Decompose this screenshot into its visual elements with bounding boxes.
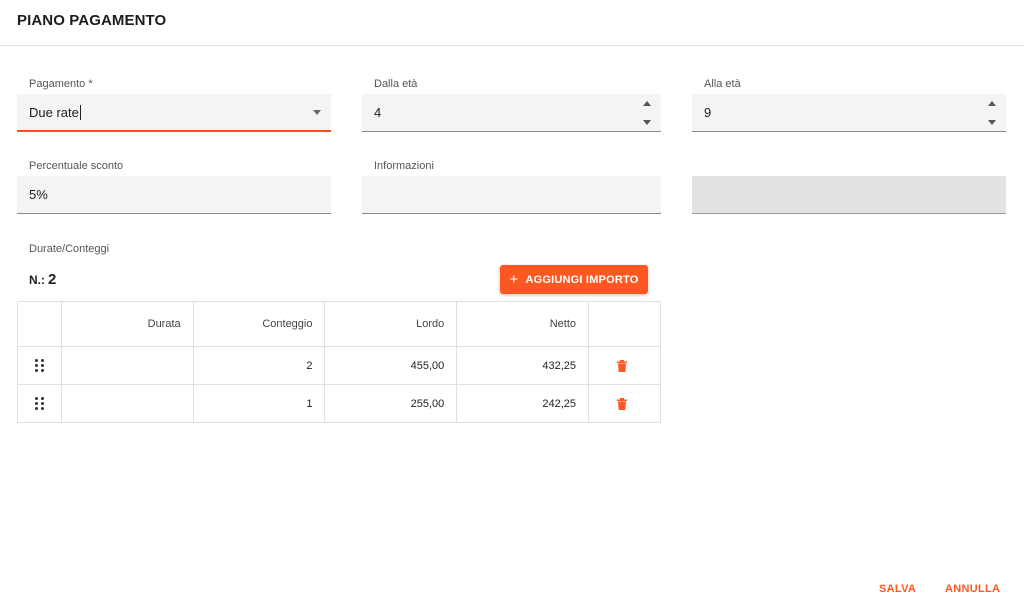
delete-icon[interactable] xyxy=(617,359,628,372)
pagamento-value: Due rate xyxy=(29,105,81,120)
lordo-cell[interactable]: 255,00 xyxy=(324,384,458,423)
actions-cell xyxy=(588,346,661,385)
dalla-eta-field: Dalla età 4 xyxy=(362,78,661,132)
drag-handle-icon[interactable] xyxy=(34,397,44,410)
percentuale-sconto-value: 5% xyxy=(29,187,48,202)
durate-section-label: Durate/Conteggi xyxy=(29,243,110,255)
disabled-input xyxy=(692,176,1006,214)
netto-cell[interactable]: 242,25 xyxy=(456,384,590,423)
add-amount-button[interactable]: + AGGIUNGI IMPORTO xyxy=(500,265,648,294)
disabled-field xyxy=(692,160,1006,214)
drag-handle-cell xyxy=(17,346,62,385)
conteggio-cell[interactable]: 2 xyxy=(192,346,326,385)
dalla-eta-value: 4 xyxy=(374,105,382,120)
text-cursor xyxy=(79,105,81,120)
increment-icon[interactable] xyxy=(988,101,996,106)
informazioni-field: Informazioni xyxy=(362,160,661,214)
table-row: 2 455,00 432,25 xyxy=(17,346,661,385)
table-header-row: Durata Conteggio Lordo Netto xyxy=(17,301,661,347)
decrement-icon[interactable] xyxy=(988,120,996,125)
durata-cell[interactable] xyxy=(60,384,194,423)
page-header: PIANO PAGAMENTO xyxy=(0,0,1024,46)
add-amount-label: AGGIUNGI IMPORTO xyxy=(525,273,639,286)
delete-icon[interactable] xyxy=(617,397,628,410)
dalla-eta-label: Dalla età xyxy=(374,78,418,90)
column-header-actions xyxy=(588,301,661,347)
column-header-durata[interactable]: Durata xyxy=(60,301,194,347)
actions-cell xyxy=(588,384,661,423)
dalla-eta-input[interactable]: 4 xyxy=(362,94,661,132)
column-header-lordo[interactable]: Lordo xyxy=(324,301,458,347)
page-title: PIANO PAGAMENTO xyxy=(17,12,167,29)
pagamento-select[interactable]: Due rate xyxy=(17,94,331,132)
cancel-button[interactable]: ANNULLA xyxy=(945,583,1000,595)
column-header-handle xyxy=(17,301,62,347)
amounts-table: Durata Conteggio Lordo Netto 2 455,00 43… xyxy=(17,301,661,423)
informazioni-label: Informazioni xyxy=(374,160,434,172)
alla-eta-input[interactable]: 9 xyxy=(692,94,1006,132)
increment-icon[interactable] xyxy=(643,101,651,106)
lordo-cell[interactable]: 455,00 xyxy=(324,346,458,385)
pagamento-field: Pagamento * Due rate xyxy=(17,78,331,132)
percentuale-sconto-input[interactable]: 5% xyxy=(17,176,331,214)
plus-icon: + xyxy=(509,271,519,288)
conteggio-cell[interactable]: 1 xyxy=(192,384,326,423)
informazioni-input[interactable] xyxy=(362,176,661,214)
percentuale-sconto-label: Percentuale sconto xyxy=(29,160,124,172)
column-header-netto[interactable]: Netto xyxy=(456,301,590,347)
drag-handle-icon[interactable] xyxy=(34,359,44,372)
table-row: 1 255,00 242,25 xyxy=(17,384,661,423)
percentuale-sconto-field: Percentuale sconto 5% xyxy=(17,160,331,214)
dropdown-arrow-icon[interactable] xyxy=(313,110,321,115)
save-button[interactable]: SALVA xyxy=(879,583,916,595)
pagamento-label: Pagamento * xyxy=(29,78,93,90)
decrement-icon[interactable] xyxy=(643,120,651,125)
netto-cell[interactable]: 432,25 xyxy=(456,346,590,385)
row-count-value: 2 xyxy=(48,271,57,288)
alla-eta-label: Alla età xyxy=(704,78,741,90)
column-header-conteggio[interactable]: Conteggio xyxy=(192,301,326,347)
drag-handle-cell xyxy=(17,384,62,423)
row-count-label: N.: xyxy=(29,273,45,287)
alla-eta-field: Alla età 9 xyxy=(692,78,1006,132)
durata-cell[interactable] xyxy=(60,346,194,385)
row-count: N.: 2 xyxy=(29,271,56,288)
alla-eta-value: 9 xyxy=(704,105,712,120)
